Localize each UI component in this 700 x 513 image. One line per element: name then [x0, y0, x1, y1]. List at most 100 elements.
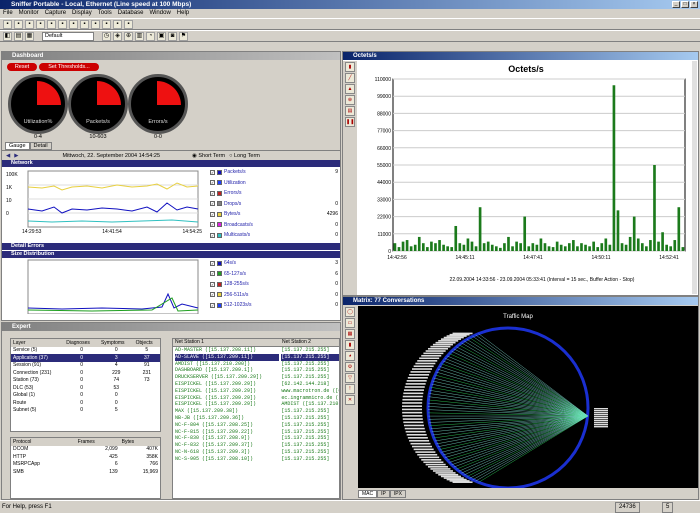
station-2-item[interactable]: [15.137.215.255]: [281, 456, 339, 463]
station-2-item[interactable]: [15.137.215.255]: [281, 449, 339, 456]
props-icon[interactable]: ▪: [102, 20, 111, 29]
line-chart-icon[interactable]: ╱: [345, 73, 355, 83]
close-button[interactable]: ×: [690, 1, 698, 8]
options-icon[interactable]: ⚙: [345, 362, 355, 372]
station-1-item[interactable]: NC-F-832 ([15.137.209.37]): [175, 442, 279, 449]
network-section[interactable]: Network: [2, 160, 340, 167]
station-1-item[interactable]: NC-F-830 ([15.137.208.9]): [175, 435, 279, 442]
set-thresholds-button[interactable]: Set Thresholds...: [39, 63, 99, 71]
station-2-item[interactable]: [15.137.215.255]: [281, 361, 339, 368]
layer-row[interactable]: Application (37)0337: [11, 354, 160, 362]
station-2-item[interactable]: [15.137.215.255]: [281, 415, 339, 422]
open-icon[interactable]: ▪: [14, 20, 23, 29]
expert-icon[interactable]: ◈: [113, 32, 122, 41]
station-2-item[interactable]: [15.137.215.255]: [281, 347, 339, 354]
station-2-item[interactable]: [62.142.144.218]: [281, 381, 339, 388]
station-1-item[interactable]: NC-N-618 ([15.137.209.3]): [175, 449, 279, 456]
layer-row[interactable]: Subnet (5)05: [11, 407, 160, 415]
network-legend-checkbox[interactable]: ✓: [210, 170, 215, 175]
network-legend-checkbox[interactable]: ✓: [210, 180, 215, 185]
layer-row[interactable]: DLC (53)053: [11, 384, 160, 392]
pie-icon[interactable]: ◕: [345, 351, 355, 361]
size-legend-checkbox[interactable]: ✓: [210, 282, 215, 287]
protocol-row[interactable]: HTTP425358K: [11, 453, 160, 461]
minimize-button[interactable]: _: [672, 1, 680, 8]
short-term-radio[interactable]: ◉ Short Term: [192, 153, 225, 159]
menu-monitor[interactable]: Monitor: [19, 9, 39, 18]
detail-errors-section[interactable]: Detail Errors: [2, 243, 340, 250]
long-term-radio[interactable]: ○ Long Term: [229, 153, 260, 159]
protocol-row[interactable]: SMB13915,969: [11, 468, 160, 476]
new-icon[interactable]: ▪: [3, 20, 12, 29]
station-2-item[interactable]: [15.137.215.255]: [281, 429, 339, 436]
stop-icon[interactable]: ▪: [58, 20, 67, 29]
station-1-item[interactable]: MAX ([15.137.209.38]): [175, 408, 279, 415]
menu-help[interactable]: Help: [177, 9, 189, 18]
size-legend-checkbox[interactable]: ✓: [210, 271, 215, 276]
size-legend-checkbox[interactable]: ✓: [210, 261, 215, 266]
tab-ip[interactable]: IP: [377, 490, 390, 498]
station-1-item[interactable]: NC-S-905 ([15.137.208.10]): [175, 456, 279, 463]
alert-icon[interactable]: !: [345, 384, 355, 394]
station-2-item[interactable]: ec.ingrammicro.de ([62.: [281, 395, 339, 402]
delete-icon[interactable]: ▪: [80, 20, 89, 29]
tab-ipx[interactable]: IPX: [390, 490, 406, 498]
station-1-item[interactable]: NB-JB ([15.137.209.36]): [175, 415, 279, 422]
layer-row[interactable]: Session (91)0491: [11, 362, 160, 370]
layer-row[interactable]: Service (5)005: [11, 347, 160, 355]
network-legend-checkbox[interactable]: ✓: [210, 191, 215, 196]
maximize-button[interactable]: □: [681, 1, 689, 8]
apps-icon[interactable]: ◙: [168, 32, 177, 41]
pause-icon[interactable]: ❚❚: [345, 117, 355, 127]
size-legend-checkbox[interactable]: ✓: [210, 292, 215, 297]
print-icon[interactable]: ▪: [36, 20, 45, 29]
prev-icon[interactable]: ◀: [6, 153, 10, 159]
station-1-item[interactable]: AD-MASTER ([15.137.208.11]): [175, 347, 279, 354]
station-1-item[interactable]: NC-F-804 ([15.137.208.25]): [175, 422, 279, 429]
area-chart-icon[interactable]: ▲: [345, 84, 355, 94]
filter-icon[interactable]: ▽: [345, 373, 355, 383]
profile-select[interactable]: Default: [42, 32, 94, 41]
station-2-item[interactable]: [15.137.215.255]: [281, 422, 339, 429]
station-2-item[interactable]: AMDIST ([15.137.210.20: [281, 401, 339, 408]
network-legend-checkbox[interactable]: ✓: [210, 222, 215, 227]
station-2-item[interactable]: [15.137.215.255]: [281, 442, 339, 449]
octets-scrollbar[interactable]: [692, 61, 697, 294]
tab-detail[interactable]: Detail: [30, 142, 52, 150]
station-1-item[interactable]: AMDIST ([15.137.210.200]): [175, 361, 279, 368]
network-legend-checkbox[interactable]: ✓: [210, 212, 215, 217]
size-distribution-section[interactable]: Size Distribution: [2, 251, 340, 258]
detail-icon[interactable]: ▦: [345, 329, 355, 339]
filter-icon[interactable]: ▦: [25, 32, 34, 41]
network-legend-checkbox[interactable]: ✓: [210, 201, 215, 206]
station-1-item[interactable]: DASHBOARD ([15.137.209.1]): [175, 367, 279, 374]
history-icon[interactable]: ▥: [135, 32, 144, 41]
pause-icon[interactable]: ▪: [69, 20, 78, 29]
station-1-item[interactable]: EISPICKEL ([15.137.209.29]): [175, 388, 279, 395]
station-2-item[interactable]: [15.137.215.255]: [281, 354, 339, 361]
layer-row[interactable]: Global (1)00: [11, 392, 160, 400]
layer-row[interactable]: Connection (231)0229231: [11, 369, 160, 377]
station-1-item[interactable]: EISPICKEL ([15.137.209.29]): [175, 381, 279, 388]
station-1-item[interactable]: EISPICKEL ([15.137.209.29]): [175, 401, 279, 408]
mail-icon[interactable]: ▪: [113, 20, 122, 29]
capture-icon[interactable]: ◧: [3, 32, 12, 41]
station-2-item[interactable]: www.macrotron.de ([62.1: [281, 388, 339, 395]
open-icon[interactable]: ▤: [14, 32, 23, 41]
tab-mac[interactable]: MAC: [358, 490, 377, 498]
station-1-item[interactable]: EISPICKEL ([15.137.209.29]): [175, 395, 279, 402]
station-2-item[interactable]: [15.137.215.255]: [281, 367, 339, 374]
bar-chart-icon[interactable]: ▮: [345, 62, 355, 72]
menu-display[interactable]: Display: [72, 9, 92, 18]
size-legend-checkbox[interactable]: ✓: [210, 303, 215, 308]
menu-window[interactable]: Window: [149, 9, 170, 18]
find-icon[interactable]: ▪: [91, 20, 100, 29]
station-2-item[interactable]: [15.137.215.255]: [281, 408, 339, 415]
zoom-icon[interactable]: ⊕: [345, 95, 355, 105]
matrix-icon[interactable]: ⊕: [124, 32, 133, 41]
layer-row[interactable]: Station (73)07473: [11, 377, 160, 385]
menu-database[interactable]: Database: [118, 9, 144, 18]
menu-tools[interactable]: Tools: [98, 9, 112, 18]
help-icon[interactable]: ▪: [124, 20, 133, 29]
protocol-icon[interactable]: ◔: [146, 32, 155, 41]
